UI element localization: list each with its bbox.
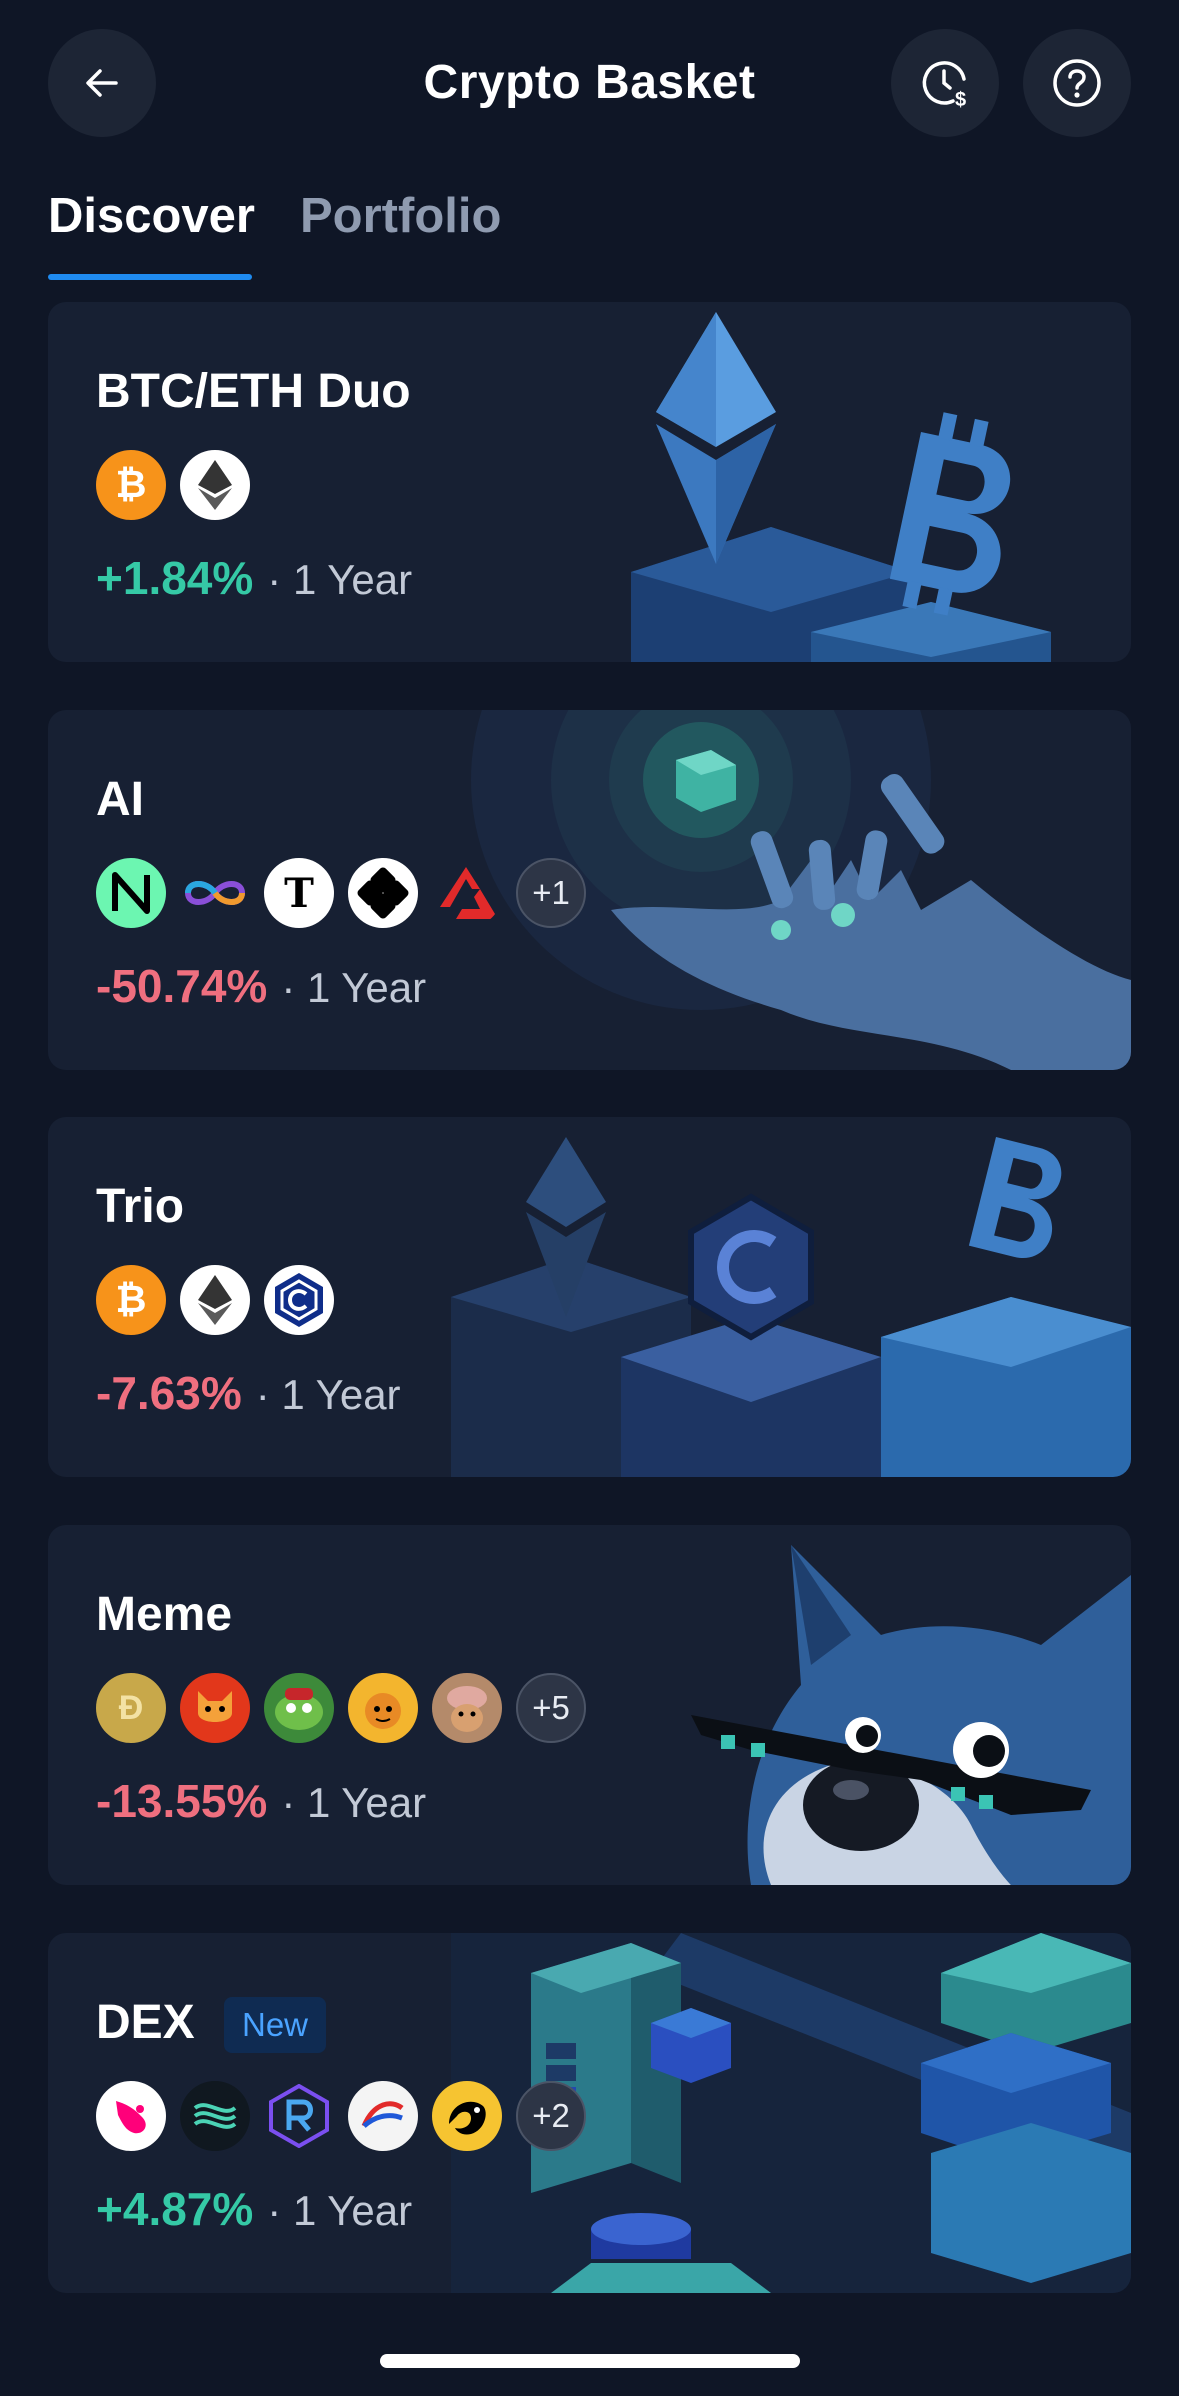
orca-icon bbox=[432, 2081, 502, 2151]
help-button[interactable] bbox=[1023, 29, 1131, 137]
performance: +1.84% · 1 Year bbox=[96, 548, 412, 610]
new-badge: New bbox=[224, 1997, 327, 2053]
basket-card-trio[interactable]: Trio ₿ -7.63% · 1 Year bbox=[48, 1117, 1131, 1477]
basket-period: · 1 Year bbox=[281, 964, 427, 1011]
bitcoin-icon: ₿ bbox=[96, 450, 166, 520]
coin-list: ₿ bbox=[96, 450, 250, 520]
performance: -13.55% · 1 Year bbox=[96, 1771, 426, 1833]
basket-change: -7.63% bbox=[96, 1367, 242, 1419]
basket-change: -13.55% bbox=[96, 1775, 268, 1827]
basket-change: +1.84% bbox=[96, 552, 254, 604]
more-coins-count: +2 bbox=[516, 2081, 586, 2151]
coin-list: Ð +5 bbox=[96, 1673, 586, 1743]
active-tab-indicator bbox=[48, 274, 252, 280]
basket-name: BTC/ETH Duo bbox=[96, 365, 411, 418]
home-indicator[interactable] bbox=[380, 2354, 800, 2368]
cronos-icon bbox=[264, 1265, 334, 1335]
three-pedestals-art bbox=[451, 1137, 1131, 1477]
ethereum-bitcoin-pedestal-art bbox=[631, 312, 1051, 662]
raydium-icon bbox=[264, 2081, 334, 2151]
basket-card-dex[interactable]: DEX New +2 +4.87% · 1 Year bbox=[48, 1933, 1131, 2293]
coin-list: T +1 bbox=[96, 858, 586, 928]
arweave-icon bbox=[432, 858, 502, 928]
bittensor-icon: T bbox=[264, 858, 334, 928]
more-coins-count: +5 bbox=[516, 1673, 586, 1743]
uniswap-icon bbox=[96, 2081, 166, 2151]
basket-name: AI bbox=[96, 773, 144, 826]
tab-portfolio[interactable]: Portfolio bbox=[300, 186, 501, 246]
basket-period: · 1 Year bbox=[267, 556, 413, 603]
performance: -50.74% · 1 Year bbox=[96, 956, 426, 1018]
basket-card-ai[interactable]: AI T +1 -50.74% · 1 Year bbox=[48, 710, 1131, 1070]
curve-icon bbox=[348, 2081, 418, 2151]
basket-name: Meme bbox=[96, 1588, 233, 1641]
app-header: Crypto Basket $ bbox=[0, 0, 1179, 170]
coin-list: ₿ bbox=[96, 1265, 334, 1335]
coin-list: +2 bbox=[96, 2081, 586, 2151]
more-coins-count: +1 bbox=[516, 858, 586, 928]
basket-change: +4.87% bbox=[96, 2183, 254, 2235]
bitcoin-icon: ₿ bbox=[96, 1265, 166, 1335]
basket-period: · 1 Year bbox=[267, 2187, 413, 2234]
dogecoin-icon: Ð bbox=[96, 1673, 166, 1743]
clock-dollar-icon: $ bbox=[922, 61, 966, 111]
question-circle-icon bbox=[1053, 59, 1101, 107]
basket-period: · 1 Year bbox=[255, 1371, 401, 1418]
sei-icon bbox=[180, 2081, 250, 2151]
ethereum-icon bbox=[180, 450, 250, 520]
basket-period: · 1 Year bbox=[281, 1779, 427, 1826]
basket-name: Trio bbox=[96, 1180, 185, 1233]
shiba-inu-icon bbox=[180, 1673, 250, 1743]
basket-name: DEX bbox=[96, 1996, 195, 2049]
basket-card-btc-eth-duo[interactable]: BTC/ETH Duo ₿ +1.84% · 1 Year bbox=[48, 302, 1131, 662]
dogwifhat-icon bbox=[432, 1673, 502, 1743]
history-button[interactable]: $ bbox=[891, 29, 999, 137]
performance: +4.87% · 1 Year bbox=[96, 2179, 412, 2241]
internet-computer-icon bbox=[180, 858, 250, 928]
basket-card-meme[interactable]: Meme Ð +5 -13.55% · 1 Year bbox=[48, 1525, 1131, 1885]
page-title: Crypto Basket bbox=[423, 56, 756, 109]
render-icon bbox=[348, 858, 418, 928]
bonk-icon bbox=[348, 1673, 418, 1743]
svg-text:$: $ bbox=[955, 89, 966, 111]
basket-change: -50.74% bbox=[96, 960, 268, 1012]
near-icon bbox=[96, 858, 166, 928]
pepe-icon bbox=[264, 1673, 334, 1743]
ethereum-icon bbox=[180, 1265, 250, 1335]
tab-discover[interactable]: Discover bbox=[48, 186, 255, 246]
performance: -7.63% · 1 Year bbox=[96, 1363, 401, 1425]
